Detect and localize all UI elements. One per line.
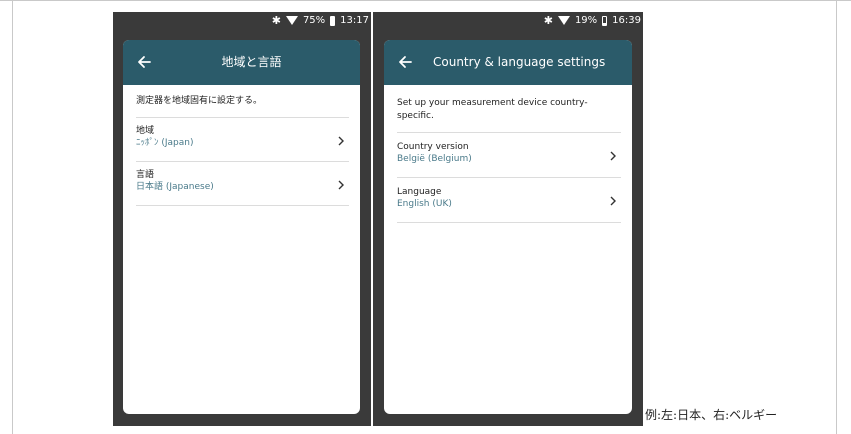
row-label: 言語 <box>136 170 155 180</box>
status-bar: ✱ 75% 13:17 <box>113 12 371 32</box>
chevron-right-icon <box>609 148 617 162</box>
battery-icon <box>602 15 608 26</box>
figure-caption: 例:左:日本、右:ベルギー <box>645 408 778 422</box>
row-value: English (UK) <box>397 199 452 209</box>
page-title: 地域と言語 <box>221 55 282 69</box>
chevron-right-icon <box>337 133 345 147</box>
right-divider <box>836 0 837 434</box>
bluetooth-icon: ✱ <box>271 13 281 27</box>
left-divider <box>12 0 13 434</box>
country-version-row[interactable]: Country version België (Belgium) <box>397 133 621 178</box>
battery-percent: 75% <box>302 15 326 26</box>
status-bar: ✱ 19% 16:39 <box>373 12 643 32</box>
settings-card: 地域と言語 測定器を地域固有に設定する。 地域 ﾆｯﾎﾟﾝ (Japan) 言語… <box>123 40 360 414</box>
row-value: België (Belgium) <box>397 154 472 164</box>
battery-icon <box>330 15 336 26</box>
wifi-icon <box>285 16 298 25</box>
settings-card: Country & language settings Set up your … <box>384 40 632 414</box>
arrow-left-icon[interactable] <box>395 52 415 72</box>
phone-screenshot-japan: ✱ 75% 13:17 地域と言語 測定器を地域固有に設定する。 地域 ﾆｯﾎﾟ… <box>113 12 371 426</box>
app-header: Country & language settings <box>384 40 632 85</box>
row-label: 地域 <box>136 126 155 136</box>
row-label: Country version <box>397 142 469 152</box>
region-row[interactable]: 地域 ﾆｯﾎﾟﾝ (Japan) <box>136 118 349 162</box>
row-value: 日本語 (Japanese) <box>136 182 214 192</box>
row-value: ﾆｯﾎﾟﾝ (Japan) <box>136 138 194 148</box>
language-row[interactable]: 言語 日本語 (Japanese) <box>136 162 349 206</box>
settings-content: Set up your measurement device country-s… <box>397 85 621 223</box>
phone-screenshot-belgium: ✱ 19% 16:39 Country & language settings … <box>373 12 643 426</box>
chevron-right-icon <box>337 177 345 191</box>
battery-percent: 19% <box>574 15 598 26</box>
settings-content: 測定器を地域固有に設定する。 地域 ﾆｯﾎﾟﾝ (Japan) 言語 日本語 (… <box>136 85 349 206</box>
language-row[interactable]: Language English (UK) <box>397 178 621 223</box>
top-divider <box>0 0 851 1</box>
intro-text: Set up your measurement device country-s… <box>397 85 621 133</box>
row-label: Language <box>397 187 442 197</box>
intro-text: 測定器を地域固有に設定する。 <box>136 85 349 118</box>
page-title: Country & language settings <box>433 55 606 69</box>
bluetooth-icon: ✱ <box>543 13 553 27</box>
chevron-right-icon <box>609 193 617 207</box>
status-time: 16:39 <box>612 15 641 26</box>
status-time: 13:17 <box>340 15 369 26</box>
app-header: 地域と言語 <box>123 40 360 85</box>
wifi-icon <box>557 16 570 25</box>
